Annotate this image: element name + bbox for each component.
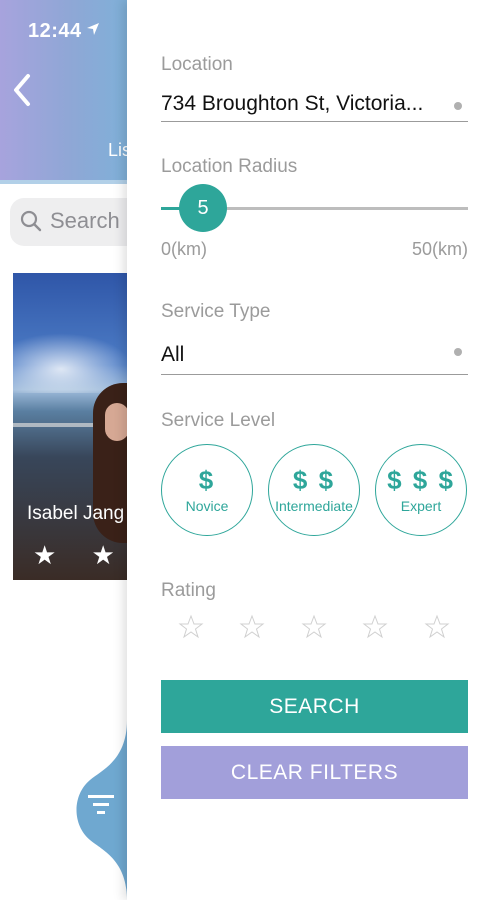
back-arrow-icon[interactable] — [8, 70, 36, 110]
filter-drawer: Location 734 Broughton St, Victoria... L… — [127, 0, 500, 900]
level-name: Expert — [400, 498, 442, 514]
card-photo-face — [105, 403, 127, 441]
search-button[interactable]: SEARCH — [161, 680, 468, 733]
service-type-label: Service Type — [161, 301, 271, 322]
level-novice-button[interactable]: $ Novice — [161, 444, 253, 536]
level-symbol: $ — [198, 465, 216, 495]
card-photo-sky — [13, 333, 127, 393]
rating-star-2-icon[interactable] — [239, 614, 265, 640]
rating-label: Rating — [161, 580, 216, 601]
provider-name: Isabel Jang — [27, 503, 125, 524]
service-level-label: Service Level — [161, 410, 276, 431]
provider-card[interactable] — [13, 273, 127, 580]
rating-star-5-icon[interactable] — [424, 614, 450, 640]
filter-icon[interactable] — [88, 792, 114, 820]
location-dropdown-dot-icon — [454, 102, 462, 110]
provider-stars: ★ ★ ★ — [33, 540, 127, 570]
location-underline — [161, 121, 468, 122]
search-placeholder: Search — [50, 208, 120, 233]
location-arrow-icon — [87, 23, 99, 35]
tab-indicator — [0, 180, 127, 184]
location-label: Location — [161, 54, 233, 75]
radius-label: Location Radius — [161, 156, 298, 177]
rating-star-1-icon[interactable] — [178, 614, 204, 640]
service-type-field[interactable]: All — [161, 343, 184, 367]
radius-min-label: 0(km) — [161, 239, 207, 259]
background-screen: 12:44 Lis Search Isabel Jang ★ ★ ★ — [0, 0, 127, 900]
level-name: Intermediate — [275, 498, 353, 514]
radius-max-label: 50(km) — [411, 239, 468, 259]
service-type-underline — [161, 374, 468, 375]
level-expert-button[interactable]: $ $ $ Expert — [375, 444, 467, 536]
location-field[interactable]: 734 Broughton St, Victoria... — [161, 92, 423, 116]
service-type-dropdown-dot-icon — [454, 348, 462, 356]
level-symbol: $ $ — [292, 465, 336, 495]
search-icon — [20, 210, 42, 232]
status-time: 12:44 — [28, 20, 82, 42]
tab-list[interactable]: Lis — [108, 140, 127, 161]
level-name: Novice — [185, 498, 229, 514]
level-intermediate-button[interactable]: $ $ Intermediate — [268, 444, 360, 536]
rating-star-4-icon[interactable] — [362, 614, 388, 640]
radius-track[interactable] — [203, 207, 468, 210]
clear-filters-button[interactable]: CLEAR FILTERS — [161, 746, 468, 799]
radius-slider-thumb[interactable]: 5 — [179, 184, 227, 232]
level-symbol: $ $ $ — [387, 465, 455, 495]
rating-star-3-icon[interactable] — [301, 614, 327, 640]
